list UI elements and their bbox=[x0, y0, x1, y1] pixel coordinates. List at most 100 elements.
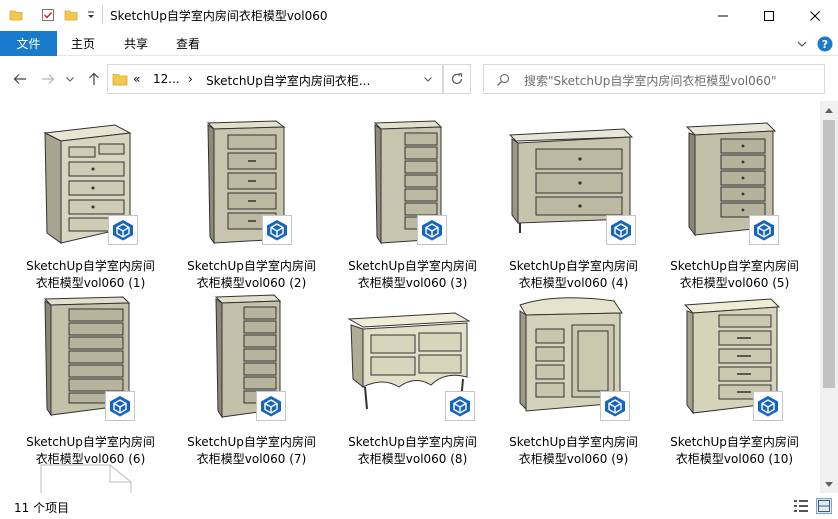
breadcrumb-overflow[interactable]: « bbox=[133, 72, 140, 86]
scroll-up-icon bbox=[825, 107, 833, 113]
text-document-icon bbox=[40, 464, 132, 493]
file-name-line: SketchUp自学室内房间 bbox=[187, 259, 316, 273]
breadcrumb-separator[interactable]: › bbox=[188, 72, 193, 86]
file-name-line: 衣柜模型vol060 (9) bbox=[518, 452, 629, 466]
expand-ribbon-button[interactable] bbox=[794, 36, 810, 52]
file-item-partial[interactable] bbox=[40, 464, 132, 493]
file-name-line: SketchUp自学室内房间 bbox=[26, 259, 155, 273]
file-item[interactable]: SketchUp自学室内房间 衣柜模型vol060 (7) bbox=[174, 291, 329, 466]
file-item[interactable]: SketchUp自学室内房间 衣柜模型vol060 (4) bbox=[496, 115, 651, 290]
file-thumbnail bbox=[683, 298, 781, 415]
up-arrow-icon bbox=[89, 72, 99, 85]
help-button[interactable]: ? bbox=[817, 36, 833, 52]
file-item[interactable]: SketchUp自学室内房间 衣柜模型vol060 (2) bbox=[174, 115, 329, 290]
sketchup-icon bbox=[445, 391, 475, 421]
file-name-line: 衣柜模型vol060 (5) bbox=[679, 276, 790, 290]
scrollbar-thumb[interactable] bbox=[823, 120, 835, 388]
file-name-line: 衣柜模型vol060 (7) bbox=[196, 452, 307, 466]
close-button[interactable] bbox=[792, 0, 838, 31]
search-icon bbox=[496, 73, 510, 90]
breadcrumb-item[interactable]: 12... bbox=[153, 72, 180, 86]
tab-home[interactable]: 主页 bbox=[71, 31, 95, 56]
file-name-line: SketchUp自学室内房间 bbox=[670, 259, 799, 273]
address-dropdown-button[interactable] bbox=[413, 64, 443, 94]
scroll-down-button[interactable] bbox=[820, 476, 838, 493]
expand-ribbon-icon bbox=[797, 41, 807, 47]
file-thumbnail bbox=[685, 122, 777, 237]
file-name-line: 衣柜模型vol060 (1) bbox=[35, 276, 146, 290]
file-name-line: SketchUp自学室内房间 bbox=[348, 259, 477, 273]
customize-dropdown-icon[interactable] bbox=[85, 8, 99, 22]
file-name: SketchUp自学室内房间 衣柜模型vol060 (1) bbox=[13, 258, 168, 292]
scroll-up-button[interactable] bbox=[820, 101, 838, 118]
navigation-bar: « 12... › SketchUp自学室内房间衣柜... 搜索"SketchU… bbox=[0, 56, 838, 101]
file-name-line: 衣柜模型vol060 (8) bbox=[357, 452, 468, 466]
search-input[interactable]: 搜索"SketchUp自学室内房间衣柜模型vol060" bbox=[483, 64, 825, 94]
large-icons-view-icon bbox=[818, 500, 830, 512]
refresh-icon bbox=[451, 73, 463, 85]
window-title: SketchUp自学室内房间衣柜模型vol060 bbox=[110, 9, 328, 23]
file-item[interactable]: SketchUp自学室内房间 衣柜模型vol060 (9) bbox=[496, 291, 651, 466]
new-folder-icon[interactable] bbox=[64, 8, 78, 22]
sketchup-icon bbox=[256, 391, 286, 421]
status-bar: 11 个项目 bbox=[0, 493, 838, 519]
maximize-button[interactable] bbox=[746, 0, 792, 31]
tab-share[interactable]: 共享 bbox=[124, 31, 148, 56]
file-item[interactable]: SketchUp自学室内房间 衣柜模型vol060 (8) bbox=[335, 291, 490, 466]
tab-view[interactable]: 查看 bbox=[176, 31, 200, 56]
file-name: SketchUp自学室内房间 衣柜模型vol060 (7) bbox=[174, 434, 329, 468]
file-name-line: SketchUp自学室内房间 bbox=[26, 435, 155, 449]
file-item[interactable]: SketchUp自学室内房间 衣柜模型vol060 (10) bbox=[657, 291, 812, 466]
file-thumbnail bbox=[43, 296, 131, 417]
details-view-button[interactable] bbox=[793, 498, 809, 514]
file-thumbnail bbox=[214, 294, 282, 419]
file-name: SketchUp自学室内房间 衣柜模型vol060 (3) bbox=[335, 258, 490, 292]
folder-icon bbox=[112, 72, 128, 89]
address-bar[interactable]: « 12... › SketchUp自学室内房间衣柜... bbox=[107, 64, 444, 94]
file-name: SketchUp自学室内房间 衣柜模型vol060 (4) bbox=[496, 258, 651, 292]
file-thumbnail bbox=[43, 124, 132, 244]
refresh-button[interactable] bbox=[443, 64, 471, 94]
file-item[interactable]: SketchUp自学室内房间 衣柜模型vol060 (3) bbox=[335, 115, 490, 290]
file-item[interactable]: SketchUp自学室内房间 衣柜模型vol060 (1) bbox=[13, 115, 168, 290]
file-name-line: SketchUp自学室内房间 bbox=[670, 435, 799, 449]
sketchup-icon bbox=[108, 215, 138, 245]
file-list: SketchUp自学室内房间 衣柜模型vol060 (1) SketchUp自学… bbox=[0, 101, 820, 493]
help-icon: ? bbox=[817, 36, 833, 52]
folder-icon[interactable] bbox=[9, 8, 23, 22]
properties-checkmark-icon[interactable] bbox=[41, 8, 55, 22]
file-thumbnail bbox=[373, 120, 443, 245]
back-button[interactable] bbox=[10, 69, 30, 89]
file-name-line: 衣柜模型vol060 (2) bbox=[196, 276, 307, 290]
file-thumbnail bbox=[206, 120, 286, 245]
sketchup-icon bbox=[600, 391, 630, 421]
tab-file[interactable]: 文件 bbox=[0, 31, 57, 56]
file-name-line: 衣柜模型vol060 (4) bbox=[518, 276, 629, 290]
file-name-line: SketchUp自学室内房间 bbox=[509, 259, 638, 273]
maximize-icon bbox=[764, 10, 774, 21]
file-name-line: SketchUp自学室内房间 bbox=[348, 435, 477, 449]
large-icons-view-button[interactable] bbox=[816, 498, 832, 514]
sketchup-icon bbox=[606, 215, 636, 245]
ribbon-tabs: 文件 主页 共享 查看 ? bbox=[0, 31, 838, 56]
file-name: SketchUp自学室内房间 衣柜模型vol060 (2) bbox=[174, 258, 329, 292]
file-item[interactable]: SketchUp自学室内房间 衣柜模型vol060 (5) bbox=[657, 115, 812, 290]
title-separator bbox=[102, 6, 103, 24]
file-name: SketchUp自学室内房间 衣柜模型vol060 (8) bbox=[335, 434, 490, 468]
up-button[interactable] bbox=[84, 69, 104, 89]
vertical-scrollbar[interactable] bbox=[820, 101, 838, 493]
recent-locations-button[interactable] bbox=[60, 69, 80, 89]
breadcrumb-item[interactable]: SketchUp自学室内房间衣柜... bbox=[206, 72, 370, 89]
file-item[interactable]: SketchUp自学室内房间 衣柜模型vol060 (6) bbox=[13, 291, 168, 466]
close-icon bbox=[810, 10, 820, 21]
item-count: 11 个项目 bbox=[14, 501, 70, 515]
file-name: SketchUp自学室内房间 衣柜模型vol060 (5) bbox=[657, 258, 812, 292]
forward-button[interactable] bbox=[38, 69, 58, 89]
file-name: SketchUp自学室内房间 衣柜模型vol060 (10) bbox=[657, 434, 812, 468]
file-name: SketchUp自学室内房间 衣柜模型vol060 (9) bbox=[496, 434, 651, 468]
scroll-down-icon bbox=[825, 481, 833, 487]
svg-text:?: ? bbox=[822, 38, 828, 51]
sketchup-icon bbox=[753, 391, 783, 421]
title-bar: SketchUp自学室内房间衣柜模型vol060 bbox=[0, 0, 838, 31]
minimize-button[interactable] bbox=[700, 0, 746, 31]
